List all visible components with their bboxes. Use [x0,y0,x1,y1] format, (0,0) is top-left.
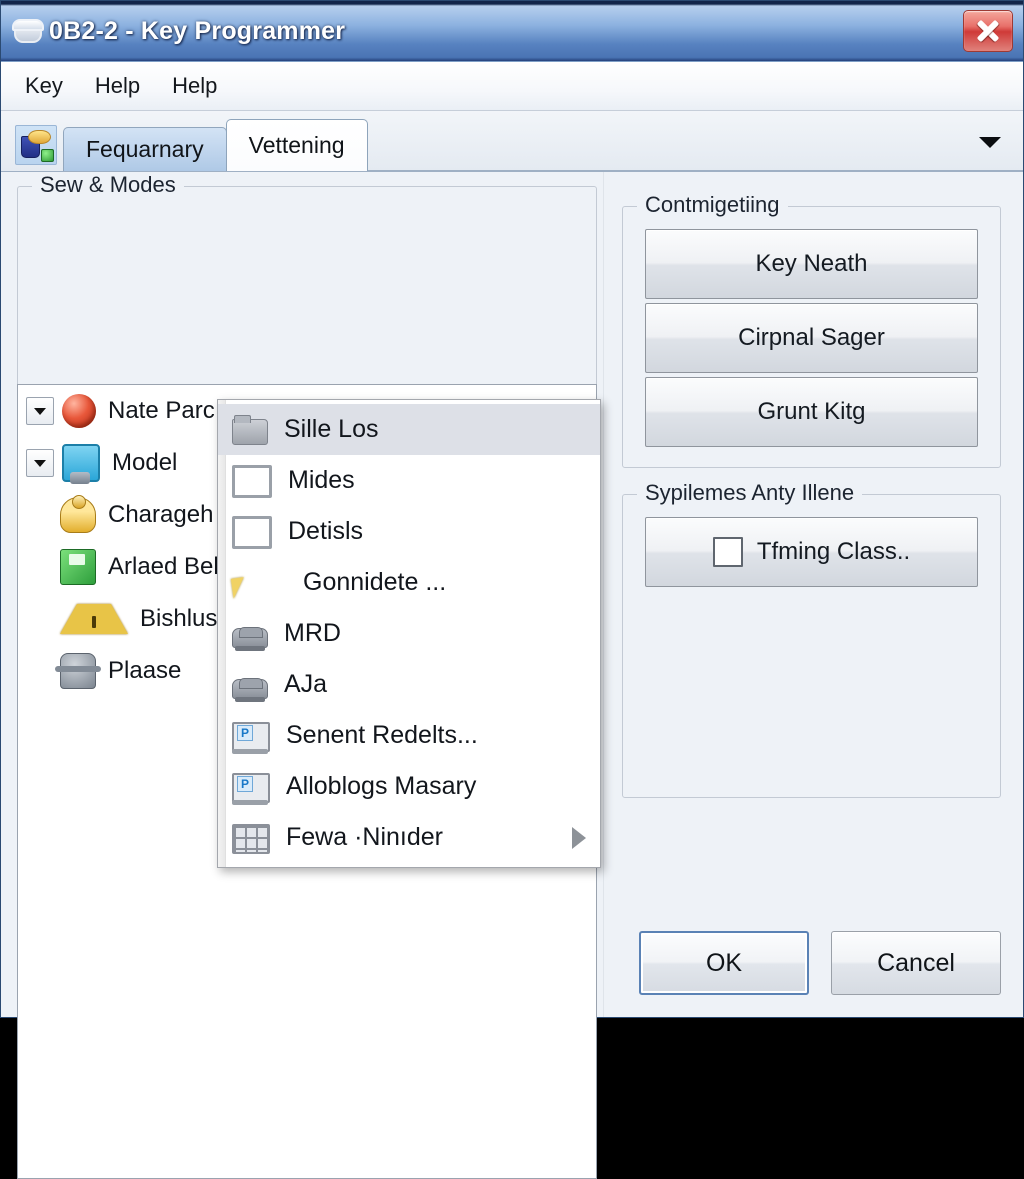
button-label: Cirpnal Sager [738,324,885,351]
menu-bar: Key Help Help [1,62,1023,111]
menu-item-label: Alloblogs Masary [286,772,477,800]
title-bar: 0B2-2 - Key Programmer [1,1,1023,62]
menu-item-gonnidete[interactable]: Gonnidete ... [218,557,600,608]
dialog-footer: OK Cancel [639,931,1001,995]
menu-item-label: Detisls [288,517,364,545]
chevron-down-icon[interactable] [979,137,1001,148]
menu-item-mrd[interactable]: MRD [218,608,600,659]
cursor-arrow-icon [230,570,289,599]
yellow-warning-icon [60,604,128,634]
groupbox-title: Sypilemes Anty Illene [637,480,863,506]
paint-bucket-icon [15,125,57,165]
grunt-kitg-button[interactable]: Grunt Kitg [645,377,978,447]
groupbox-title: Contmigetiing [637,192,788,218]
expander-placeholder [26,502,52,528]
expander-placeholder [26,658,52,684]
tree-item-label: Charageh [108,501,214,528]
tree-item-label: Model [112,449,178,476]
chevron-down-icon[interactable] [26,397,54,425]
menu-item-aja[interactable]: AJa [218,659,600,710]
ok-button[interactable]: OK [639,931,809,995]
menu-item-fewa-ninider[interactable]: Fewa ·Ninıder [218,812,600,863]
car-icon [232,626,268,651]
menu-item-sille-los[interactable]: Sille Los [218,404,600,455]
tree-item-label: Arlaed Bel [108,553,219,580]
menu-item-label: AJa [284,670,328,698]
close-icon[interactable] [963,10,1013,52]
button-label: Key Neath [755,250,868,277]
menu-item-label: Mides [288,466,355,494]
key-neath-button[interactable]: Key Neath [645,229,978,299]
button-label: OK [705,948,743,977]
tab-strip-filler [367,126,1023,171]
menu-item-mides[interactable]: Mides [218,455,600,506]
tree-item-label: Nate Parc [108,397,215,424]
groupbox-contmigetiing: Contmigetiing Key Neath Cirpnal Sager Gr… [622,192,1001,468]
tree-item-label: Plaase [108,657,182,684]
menu-item-label: Fewa ·Ninıder [286,823,443,851]
menu-item-help-1[interactable]: Help [79,69,156,103]
menu-item-label: Senent Redelts... [286,721,478,749]
menu-item-help-2[interactable]: Help [156,69,233,103]
menu-item-detisls[interactable]: Detisls [218,506,600,557]
dialog-body: Sew & Modes Nate Parc Model Charageh Arl… [1,172,1023,1179]
menu-item-senent-redelts[interactable]: Senent Redelts... [218,710,600,761]
menu-item-key[interactable]: Key [9,69,79,103]
tab-strip: Fequarnary Vettening [1,111,1023,172]
cirpnal-sager-button[interactable]: Cirpnal Sager [645,303,978,373]
tfming-class-button[interactable]: Tfming Class.. [645,517,978,587]
mail-envelope-icon [11,17,44,45]
cancel-button[interactable]: Cancel [831,931,1001,995]
window-title: 0B2-2 - Key Programmer [49,16,346,45]
red-sphere-icon [62,394,96,428]
expander-placeholder [26,606,52,632]
menu-item-label: Gonnidete ... [303,568,447,596]
button-label: Tfming Class.. [756,538,911,565]
button-label: Cancel [877,948,955,977]
tab-fequarnary[interactable]: Fequarnary [63,127,227,171]
chevron-down-icon[interactable] [26,449,54,477]
gold-person-icon [60,495,96,533]
tfming-class-checkbox[interactable] [712,537,743,567]
application-window: 0B2-2 - Key Programmer Key Help Help Feq… [0,0,1024,1179]
square-icon [232,465,272,498]
groupbox-title: Sew & Modes [32,172,184,198]
car-icon [232,677,268,702]
groupbox-sypilemes-anty-illene: Sypilemes Anty Illene Tfming Class.. [622,480,1001,798]
square-icon [232,516,272,549]
tab-label: Vettening [248,132,345,158]
context-menu[interactable]: Sille Los Mides Detisls Gonnidete ... MR… [217,399,601,868]
menu-item-label: Sille Los [284,415,379,443]
expander-placeholder [26,554,52,580]
folder-icon [232,414,268,445]
green-floppy-icon [60,549,96,585]
button-label: Grunt Kitg [757,398,866,425]
menu-item-alloblogs-masary[interactable]: Alloblogs Masary [218,761,600,812]
laptop-p-icon [232,773,270,805]
grid-icon [232,824,270,854]
laptop-p-icon [232,722,270,754]
gray-figure-icon [55,653,101,689]
tab-label: Fequarnary [86,136,204,162]
chevron-right-icon [572,826,586,849]
menu-item-label: MRD [284,619,341,647]
tab-vettening[interactable]: Vettening [225,119,368,171]
right-pane: Contmigetiing Key Neath Cirpnal Sager Gr… [603,172,1023,1017]
blue-monitor-icon [62,444,100,484]
